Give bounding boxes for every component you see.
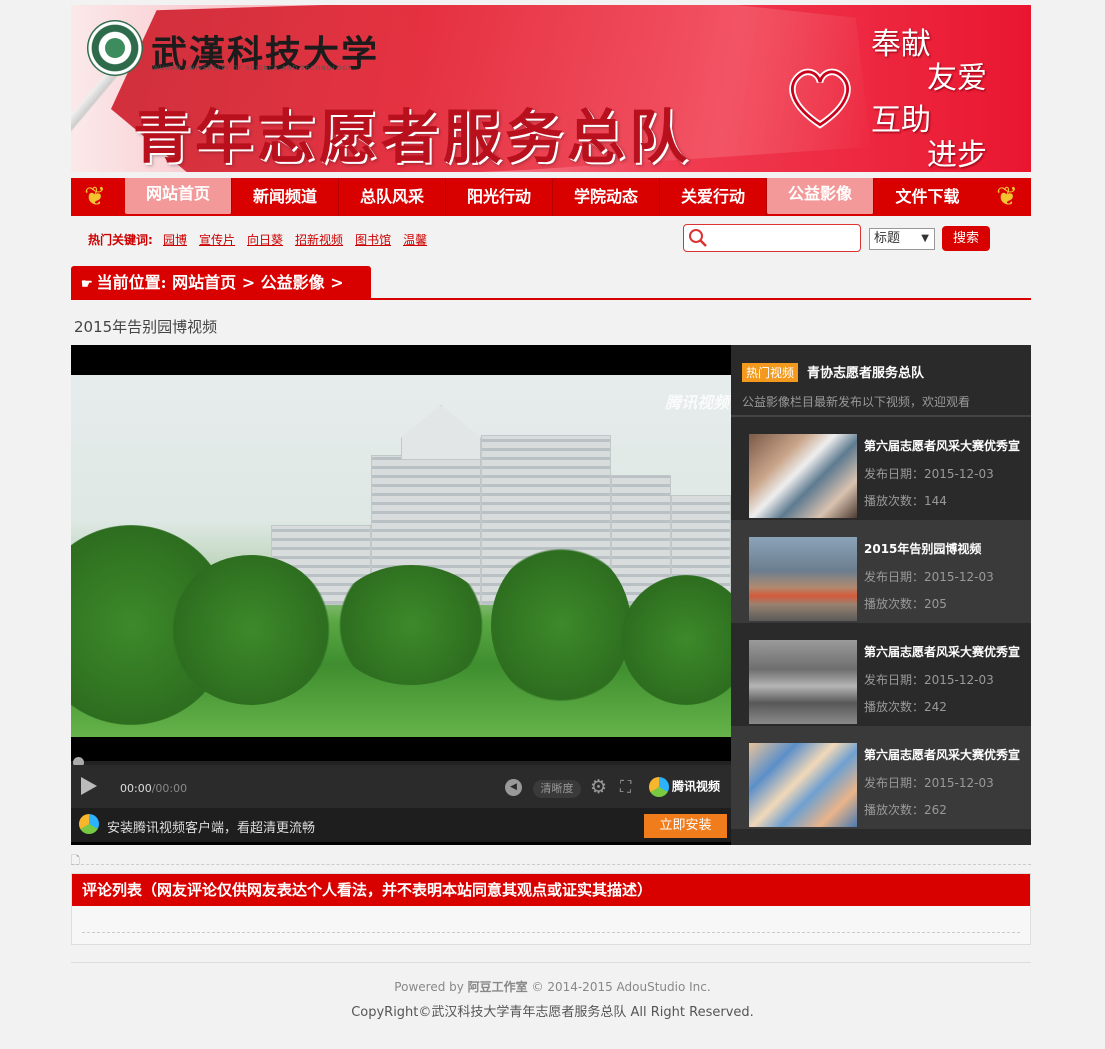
video-item-date: 发布日期：2015-12-03 bbox=[864, 776, 994, 790]
nav-item-home[interactable]: 网站首页 bbox=[125, 178, 232, 214]
video-thumbnail[interactable] bbox=[749, 537, 857, 621]
wing-right-icon: ❦ bbox=[996, 182, 1018, 212]
video-item-date: 发布日期：2015-12-03 bbox=[864, 467, 994, 481]
studio-link[interactable]: 阿豆工作室 bbox=[468, 980, 528, 994]
gear-icon[interactable]: ⚙ bbox=[590, 776, 607, 798]
school-name-en: WUHAN UNIVERSITY OF SCIENCE AND TECHNOLO… bbox=[153, 65, 353, 72]
video-list-item[interactable]: 2015年告别园博视频 发布日期：2015-12-03 播放次数：205 bbox=[731, 520, 1031, 623]
footer-rule bbox=[71, 962, 1031, 963]
time-current: 00:00 bbox=[120, 782, 152, 795]
site-banner: 武漢科技大学 WUHAN UNIVERSITY OF SCIENCE AND T… bbox=[71, 5, 1031, 172]
comments-header: 评论列表（网友评论仅供网友表达个人看法，并不表明本站同意其观点或证实其描述） bbox=[72, 874, 1030, 906]
video-item-date: 发布日期：2015-12-03 bbox=[864, 570, 994, 584]
video-item-title[interactable]: 第六届志愿者风采大赛优秀宣 bbox=[864, 643, 1024, 660]
hot-keyword-link[interactable]: 温馨 bbox=[403, 231, 427, 248]
video-item-title[interactable]: 第六届志愿者风采大赛优秀宣 bbox=[864, 437, 1024, 454]
video-thumbnail[interactable] bbox=[749, 640, 857, 724]
play-icon[interactable] bbox=[81, 777, 97, 795]
volume-icon[interactable]: ◀ bbox=[505, 779, 522, 796]
chevron-down-icon: ▼ bbox=[921, 233, 929, 244]
comments-section: 评论列表（网友评论仅供网友表达个人看法，并不表明本站同意其观点或证实其描述） bbox=[71, 873, 1031, 945]
fullscreen-icon[interactable]: ⛶ bbox=[620, 777, 631, 797]
nav-item-care[interactable]: 关爱行动 bbox=[660, 178, 767, 216]
breadcrumb: ☛ 当前位置: 网站首页 > 公益影像 > bbox=[71, 266, 371, 299]
time-duration: /00:00 bbox=[151, 782, 188, 795]
search-field-value: 标题 bbox=[874, 231, 901, 246]
hot-keyword-link[interactable]: 向日葵 bbox=[247, 231, 283, 248]
video-item-date: 发布日期：2015-12-03 bbox=[864, 673, 994, 687]
pointing-hand-icon: ☛ bbox=[81, 277, 93, 292]
slogan-4: 进步 bbox=[927, 138, 987, 172]
copyright: CopyRight©武汉科技大学青年志愿者服务总队 All Right Rese… bbox=[351, 1005, 754, 1020]
hot-keyword-link[interactable]: 招新视频 bbox=[295, 231, 343, 248]
university-logo-icon bbox=[87, 20, 143, 76]
tencent-video-label: 腾讯视频 bbox=[672, 779, 721, 794]
slogan-3: 互助 bbox=[871, 103, 931, 138]
heart-hands-icon bbox=[789, 68, 851, 129]
video-list-item[interactable]: 第六届志愿者风采大赛优秀宣 发布日期：2015-12-03 播放次数：262 bbox=[731, 726, 1031, 829]
video-player[interactable]: 腾讯视频 00:00/00:00 ◀ 清晰度 ⚙ ⛶ 腾讯视频 安装腾讯视频客户… bbox=[71, 345, 731, 845]
quality-button[interactable]: 清晰度 bbox=[533, 780, 581, 798]
comments-divider bbox=[82, 932, 1020, 933]
video-watermark: 腾讯视频 bbox=[664, 393, 729, 412]
document-icon: 🗋 bbox=[71, 854, 80, 867]
video-list-item[interactable]: 第六届志愿者风采大赛优秀宣 发布日期：2015-12-03 播放次数：242 bbox=[731, 623, 1031, 726]
section-divider: 🗋 bbox=[71, 854, 1031, 867]
wing-left-icon: ❦ bbox=[84, 182, 106, 212]
nav-item-college[interactable]: 学院动态 bbox=[553, 178, 660, 216]
search-input[interactable] bbox=[710, 229, 855, 247]
video-item-plays: 播放次数：242 bbox=[864, 700, 947, 714]
search-box bbox=[683, 224, 861, 252]
hot-keyword-link[interactable]: 宣传片 bbox=[199, 231, 235, 248]
search-icon bbox=[689, 229, 707, 247]
slogan-1: 奉献 bbox=[871, 27, 931, 62]
sidebar-header: 热门视频 青协志愿者服务总队 公益影像栏目最新发布以下视频，欢迎观看 bbox=[731, 345, 1031, 417]
powered-by: Powered by 阿豆工作室 © 2014-2015 AdouStudio … bbox=[0, 978, 1105, 995]
keyword-search-bar: 热门关键词: 园博 宣传片 向日葵 招新视频 图书馆 温馨 标题 ▼ 搜索 bbox=[71, 224, 1031, 254]
video-thumbnail[interactable] bbox=[749, 743, 857, 827]
breadcrumb-bar: ☛ 当前位置: 网站首页 > 公益影像 > bbox=[71, 266, 1031, 300]
hot-keyword-link[interactable]: 园博 bbox=[163, 231, 187, 248]
nav-item-news[interactable]: 新闻频道 bbox=[232, 178, 339, 216]
hot-video-tag: 热门视频 bbox=[742, 363, 799, 382]
video-item-plays: 播放次数：144 bbox=[864, 494, 947, 508]
player-controls: 00:00/00:00 ◀ 清晰度 ⚙ ⛶ 腾讯视频 bbox=[71, 765, 731, 808]
tencent-video-logo-icon bbox=[649, 777, 669, 797]
video-item-plays: 播放次数：262 bbox=[864, 803, 947, 817]
video-title: 2015年告别园博视频 bbox=[74, 318, 218, 336]
video-item-title[interactable]: 2015年告别园博视频 bbox=[864, 540, 1024, 557]
video-list-item[interactable]: 第六届志愿者风采大赛优秀宣 发布日期：2015-12-03 播放次数：144 bbox=[731, 417, 1031, 520]
video-thumbnail[interactable] bbox=[749, 434, 857, 518]
hot-keywords-list: 园博 宣传片 向日葵 招新视频 图书馆 温馨 bbox=[163, 231, 427, 248]
video-item-title[interactable]: 第六届志愿者风采大赛优秀宣 bbox=[864, 746, 1024, 763]
tencent-video-logo-icon bbox=[79, 814, 99, 834]
hot-keywords-label: 热门关键词: bbox=[88, 233, 153, 247]
search-button[interactable]: 搜索 bbox=[942, 226, 990, 251]
slogan-2: 友爱 bbox=[927, 61, 987, 96]
install-now-button[interactable]: 立即安装 bbox=[644, 814, 727, 838]
video-item-plays: 播放次数：205 bbox=[864, 597, 947, 611]
main-nav: ❦ 网站首页 新闻频道 总队风采 阳光行动 学院动态 关爱行动 公益影像 文件下… bbox=[71, 178, 1031, 216]
hot-keyword-link[interactable]: 图书馆 bbox=[355, 231, 391, 248]
nav-item-team[interactable]: 总队风采 bbox=[339, 178, 446, 216]
sidebar-title: 青协志愿者服务总队 bbox=[807, 366, 925, 381]
nav-item-video[interactable]: 公益影像 bbox=[767, 178, 874, 214]
tencent-video-brand[interactable]: 腾讯视频 bbox=[649, 777, 720, 797]
video-frame[interactable]: 腾讯视频 bbox=[71, 375, 731, 737]
install-client-text: 安装腾讯视频客户端，看超清更流畅 bbox=[107, 821, 316, 836]
nav-item-sunshine[interactable]: 阳光行动 bbox=[446, 178, 553, 216]
breadcrumb-text: 当前位置: 网站首页 > 公益影像 > bbox=[96, 273, 344, 292]
search-field-select[interactable]: 标题 ▼ bbox=[869, 228, 935, 250]
install-client-bar: 安装腾讯视频客户端，看超清更流畅 立即安装 bbox=[71, 808, 731, 842]
nav-item-download[interactable]: 文件下载 bbox=[874, 178, 981, 216]
sidebar-description: 公益影像栏目最新发布以下视频，欢迎观看 bbox=[742, 395, 971, 409]
powered-prefix: Powered by bbox=[394, 980, 468, 994]
time-display: 00:00/00:00 bbox=[120, 782, 187, 795]
team-name: 青年志愿者服务总队 bbox=[133, 103, 692, 171]
powered-suffix: © 2014-2015 AdouStudio Inc. bbox=[527, 980, 711, 994]
hot-videos-sidebar: 热门视频 青协志愿者服务总队 公益影像栏目最新发布以下视频，欢迎观看 第六届志愿… bbox=[731, 345, 1031, 845]
